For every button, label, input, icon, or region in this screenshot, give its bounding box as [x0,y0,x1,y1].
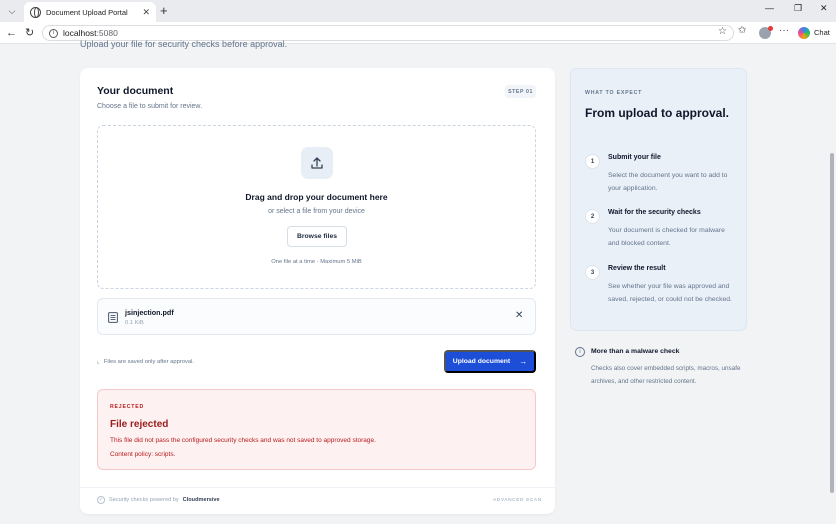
saved-note-text: Files are saved only after approval. [103,358,195,365]
minimize-icon[interactable]: — [765,3,774,13]
step-description: Your document is checked for malware and… [608,227,725,247]
tab-list-chevron-icon[interactable]: ⌵ [4,3,20,19]
browse-files-button[interactable]: Browse files [287,226,347,247]
footer-divider [80,487,555,488]
saved-note: ⌞ Files are saved only after approval. [97,358,195,366]
file-dropzone[interactable]: Drag and drop your document here or sele… [97,125,536,289]
restore-icon[interactable]: ❐ [794,3,802,14]
back-icon[interactable]: ← [6,26,17,40]
upload-icon [301,147,333,179]
document-icon [108,312,118,323]
info-card-title: More than a malware check [591,348,680,355]
rejection-description: This file did not pass the configured se… [110,437,376,444]
step-badge: STEP 01 [505,85,536,98]
step-title: Review the result [608,265,666,272]
info-icon: i [575,347,585,357]
dropzone-subtitle: or select a file from your device [268,208,365,215]
upload-button-label: Upload document [452,358,511,365]
step-title: Submit your file [608,154,661,161]
more-menu-icon[interactable]: ··· [779,25,789,36]
panel-title: From upload to approval. [585,106,730,120]
panel-label: WHAT TO EXPECT [585,90,643,96]
scan-mode-label: ADVANCED SCAN [493,498,542,503]
dropzone-hint: One file at a time · Maximum 5 MiB [271,259,362,265]
step-description: See whether your file was approved and s… [608,283,732,303]
bookmark-star-icon[interactable]: ☆ [718,26,727,37]
step-number: 1 [585,154,600,169]
step-number: 2 [585,209,600,224]
upload-document-button[interactable]: Upload document → [444,350,536,373]
file-name: jsinjection.pdf [125,308,174,317]
check-circle-icon: ✓ [97,496,105,504]
tab-title: Document Upload Portal [46,7,128,17]
dropzone-title: Drag and drop your document here [245,192,388,202]
browser-tab[interactable]: Document Upload Portal ✕ [24,2,156,22]
powered-by-brand: Cloudmersive [182,497,220,503]
favorites-icon[interactable]: ✩ [738,25,746,36]
close-window-icon[interactable]: ✕ [820,3,828,14]
upload-card: Your document Choose a file to submit fo… [80,68,555,514]
profile-notification-dot [768,26,773,31]
url-text: localhost:5080 [63,28,118,38]
page-scrollbar[interactable] [828,44,836,524]
page-subtitle: Upload your file for security checks bef… [80,39,288,49]
rejection-title: File rejected [110,419,169,430]
remove-file-icon[interactable]: ✕ [515,310,523,322]
copilot-icon[interactable] [798,27,810,39]
site-info-icon[interactable]: i [49,28,58,38]
info-card-description: Checks also cover embedded scripts, macr… [591,365,741,385]
rejection-alert: REJECTED File rejected This file did not… [97,389,536,470]
status-badge: REJECTED [110,404,145,410]
chat-button[interactable]: Chat [814,28,830,37]
reload-icon[interactable]: ↻ [25,26,34,40]
arrow-right-icon: → [519,357,528,366]
selected-file-row: jsinjection.pdf 0.1 KiB ✕ [97,298,536,335]
tab-close-icon[interactable]: ✕ [142,7,150,18]
globe-icon [30,6,41,18]
card-title: Your document [97,85,174,97]
new-tab-icon[interactable]: + [160,3,168,19]
step-description: Select the document you want to add to y… [608,172,728,192]
lock-icon: ⌞ [97,359,100,365]
browser-tab-bar: ⌵ Document Upload Portal ✕ + — ❐ ✕ [0,0,836,22]
card-subtitle: Choose a file to submit for review. [97,103,203,110]
scrollbar-thumb[interactable] [830,153,834,493]
step-number: 3 [585,265,600,280]
rejection-policy: Content policy: scripts. [110,451,176,458]
what-to-expect-panel: WHAT TO EXPECT From upload to approval. … [570,68,747,331]
powered-by: ✓ Security checks powered by Cloudmersiv… [97,496,220,504]
file-size: 0.1 KiB [125,320,144,326]
step-title: Wait for the security checks [608,209,701,216]
powered-by-text: Security checks powered by [109,497,179,503]
